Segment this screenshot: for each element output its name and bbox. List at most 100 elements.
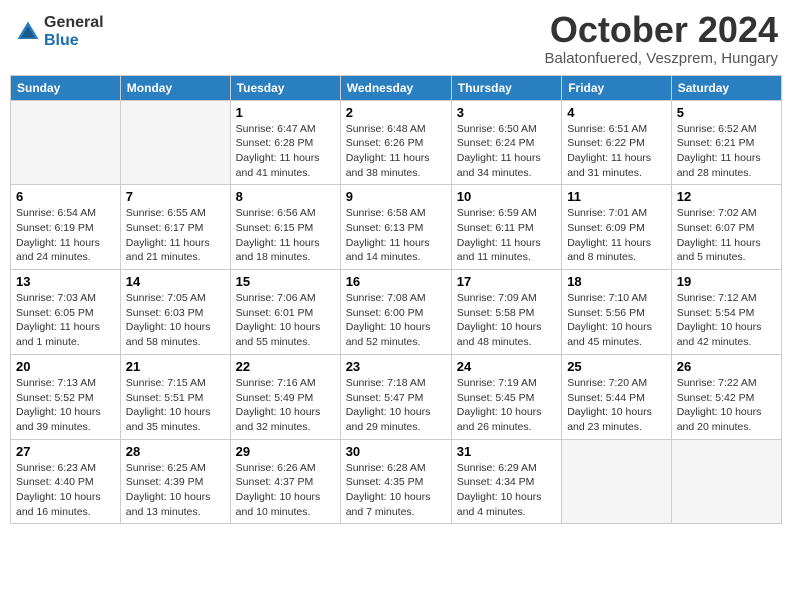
- day-cell: 31Sunrise: 6:29 AM Sunset: 4:34 PM Dayli…: [451, 439, 561, 524]
- day-info: Sunrise: 6:51 AM Sunset: 6:22 PM Dayligh…: [567, 122, 666, 181]
- day-cell: 1Sunrise: 6:47 AM Sunset: 6:28 PM Daylig…: [230, 100, 340, 185]
- day-number: 21: [126, 359, 225, 374]
- day-info: Sunrise: 7:10 AM Sunset: 5:56 PM Dayligh…: [567, 291, 666, 350]
- title-block: October 2024 Balatonfuered, Veszprem, Hu…: [545, 10, 778, 67]
- day-cell: [11, 100, 121, 185]
- day-number: 19: [677, 274, 776, 289]
- logo-blue-text: Blue: [44, 32, 104, 50]
- day-number: 11: [567, 189, 666, 204]
- day-cell: 25Sunrise: 7:20 AM Sunset: 5:44 PM Dayli…: [562, 354, 672, 439]
- day-number: 14: [126, 274, 225, 289]
- day-cell: 10 Sunrise: 6:59 AM Sunset: 6:11 PM Dayli…: [451, 185, 561, 270]
- day-cell: 8Sunrise: 6:56 AM Sunset: 6:15 PM Daylig…: [230, 185, 340, 270]
- day-cell: 3 Sunrise: 6:50 AM Sunset: 6:24 PM Daylig…: [451, 100, 561, 185]
- day-cell: [120, 100, 230, 185]
- calendar-table: SundayMondayTuesdayWednesdayThursdayFrid…: [10, 75, 782, 525]
- day-number: 17: [457, 274, 556, 289]
- month-title: October 2024: [545, 10, 778, 50]
- day-info: Sunrise: 6:55 AM Sunset: 6:17 PM Dayligh…: [126, 206, 225, 265]
- day-number: 16: [346, 274, 446, 289]
- day-cell: 26 Sunrise: 7:22 AM Sunset: 5:42 PM Dayli…: [671, 354, 781, 439]
- day-cell: 9 Sunrise: 6:58 AM Sunset: 6:13 PM Daylig…: [340, 185, 451, 270]
- day-info: Sunrise: 6:52 AM Sunset: 6:21 PM Dayligh…: [677, 122, 776, 181]
- day-cell: 28Sunrise: 6:25 AM Sunset: 4:39 PM Dayli…: [120, 439, 230, 524]
- day-info: Sunrise: 7:06 AM Sunset: 6:01 PM Dayligh…: [236, 291, 335, 350]
- day-cell: 19 Sunrise: 7:12 AM Sunset: 5:54 PM Dayli…: [671, 270, 781, 355]
- day-number: 9: [346, 189, 446, 204]
- day-cell: 12 Sunrise: 7:02 AM Sunset: 6:07 PM Dayli…: [671, 185, 781, 270]
- day-info: Sunrise: 7:19 AM Sunset: 5:45 PM Dayligh…: [457, 376, 556, 435]
- day-cell: 16 Sunrise: 7:08 AM Sunset: 6:00 PM Dayli…: [340, 270, 451, 355]
- day-number: 15: [236, 274, 335, 289]
- day-info: Sunrise: 6:26 AM Sunset: 4:37 PM Dayligh…: [236, 461, 335, 520]
- day-cell: 4Sunrise: 6:51 AM Sunset: 6:22 PM Daylig…: [562, 100, 672, 185]
- day-cell: 2 Sunrise: 6:48 AM Sunset: 6:26 PM Daylig…: [340, 100, 451, 185]
- day-number: 12: [677, 189, 776, 204]
- header-cell-tuesday: Tuesday: [230, 75, 340, 100]
- day-number: 22: [236, 359, 335, 374]
- day-cell: 17Sunrise: 7:09 AM Sunset: 5:58 PM Dayli…: [451, 270, 561, 355]
- logo: General Blue: [14, 14, 104, 49]
- day-info: Sunrise: 6:48 AM Sunset: 6:26 PM Dayligh…: [346, 122, 446, 181]
- day-number: 18: [567, 274, 666, 289]
- day-info: Sunrise: 6:59 AM Sunset: 6:11 PM Dayligh…: [457, 206, 556, 265]
- day-info: Sunrise: 7:12 AM Sunset: 5:54 PM Dayligh…: [677, 291, 776, 350]
- header-cell-saturday: Saturday: [671, 75, 781, 100]
- day-number: 27: [16, 444, 115, 459]
- day-info: Sunrise: 6:50 AM Sunset: 6:24 PM Dayligh…: [457, 122, 556, 181]
- day-info: Sunrise: 7:05 AM Sunset: 6:03 PM Dayligh…: [126, 291, 225, 350]
- week-row-1: 1Sunrise: 6:47 AM Sunset: 6:28 PM Daylig…: [11, 100, 782, 185]
- day-cell: 11Sunrise: 7:01 AM Sunset: 6:09 PM Dayli…: [562, 185, 672, 270]
- day-number: 3: [457, 105, 556, 120]
- day-cell: 21 Sunrise: 7:15 AM Sunset: 5:51 PM Dayli…: [120, 354, 230, 439]
- day-cell: 30Sunrise: 6:28 AM Sunset: 4:35 PM Dayli…: [340, 439, 451, 524]
- logo-text: General Blue: [44, 14, 104, 49]
- day-cell: 24 Sunrise: 7:19 AM Sunset: 5:45 PM Dayli…: [451, 354, 561, 439]
- day-info: Sunrise: 7:03 AM Sunset: 6:05 PM Dayligh…: [16, 291, 115, 350]
- header-cell-sunday: Sunday: [11, 75, 121, 100]
- week-row-5: 27Sunrise: 6:23 AM Sunset: 4:40 PM Dayli…: [11, 439, 782, 524]
- header-row: SundayMondayTuesdayWednesdayThursdayFrid…: [11, 75, 782, 100]
- day-number: 20: [16, 359, 115, 374]
- day-cell: [671, 439, 781, 524]
- day-cell: 29 Sunrise: 6:26 AM Sunset: 4:37 PM Dayli…: [230, 439, 340, 524]
- day-cell: 15 Sunrise: 7:06 AM Sunset: 6:01 PM Dayli…: [230, 270, 340, 355]
- day-cell: 22Sunrise: 7:16 AM Sunset: 5:49 PM Dayli…: [230, 354, 340, 439]
- day-cell: 27Sunrise: 6:23 AM Sunset: 4:40 PM Dayli…: [11, 439, 121, 524]
- day-info: Sunrise: 6:54 AM Sunset: 6:19 PM Dayligh…: [16, 206, 115, 265]
- day-number: 7: [126, 189, 225, 204]
- day-cell: 6 Sunrise: 6:54 AM Sunset: 6:19 PM Daylig…: [11, 185, 121, 270]
- day-number: 23: [346, 359, 446, 374]
- day-info: Sunrise: 6:56 AM Sunset: 6:15 PM Dayligh…: [236, 206, 335, 265]
- day-number: 10: [457, 189, 556, 204]
- day-info: Sunrise: 7:15 AM Sunset: 5:51 PM Dayligh…: [126, 376, 225, 435]
- day-info: Sunrise: 7:20 AM Sunset: 5:44 PM Dayligh…: [567, 376, 666, 435]
- logo-icon: [14, 18, 42, 46]
- header-cell-monday: Monday: [120, 75, 230, 100]
- day-info: Sunrise: 6:58 AM Sunset: 6:13 PM Dayligh…: [346, 206, 446, 265]
- day-number: 26: [677, 359, 776, 374]
- day-number: 24: [457, 359, 556, 374]
- day-cell: 7 Sunrise: 6:55 AM Sunset: 6:17 PM Daylig…: [120, 185, 230, 270]
- logo-general-text: General: [44, 14, 104, 32]
- header-cell-wednesday: Wednesday: [340, 75, 451, 100]
- day-info: Sunrise: 7:22 AM Sunset: 5:42 PM Dayligh…: [677, 376, 776, 435]
- day-cell: [562, 439, 672, 524]
- day-info: Sunrise: 7:02 AM Sunset: 6:07 PM Dayligh…: [677, 206, 776, 265]
- day-number: 6: [16, 189, 115, 204]
- header-cell-friday: Friday: [562, 75, 672, 100]
- day-number: 13: [16, 274, 115, 289]
- day-number: 5: [677, 105, 776, 120]
- day-info: Sunrise: 6:29 AM Sunset: 4:34 PM Dayligh…: [457, 461, 556, 520]
- week-row-4: 20Sunrise: 7:13 AM Sunset: 5:52 PM Dayli…: [11, 354, 782, 439]
- day-cell: 5 Sunrise: 6:52 AM Sunset: 6:21 PM Daylig…: [671, 100, 781, 185]
- day-cell: 23 Sunrise: 7:18 AM Sunset: 5:47 PM Dayli…: [340, 354, 451, 439]
- week-row-2: 6 Sunrise: 6:54 AM Sunset: 6:19 PM Daylig…: [11, 185, 782, 270]
- day-number: 2: [346, 105, 446, 120]
- day-info: Sunrise: 7:08 AM Sunset: 6:00 PM Dayligh…: [346, 291, 446, 350]
- day-info: Sunrise: 6:47 AM Sunset: 6:28 PM Dayligh…: [236, 122, 335, 181]
- day-info: Sunrise: 6:25 AM Sunset: 4:39 PM Dayligh…: [126, 461, 225, 520]
- day-info: Sunrise: 7:18 AM Sunset: 5:47 PM Dayligh…: [346, 376, 446, 435]
- day-number: 29: [236, 444, 335, 459]
- day-cell: 13 Sunrise: 7:03 AM Sunset: 6:05 PM Dayli…: [11, 270, 121, 355]
